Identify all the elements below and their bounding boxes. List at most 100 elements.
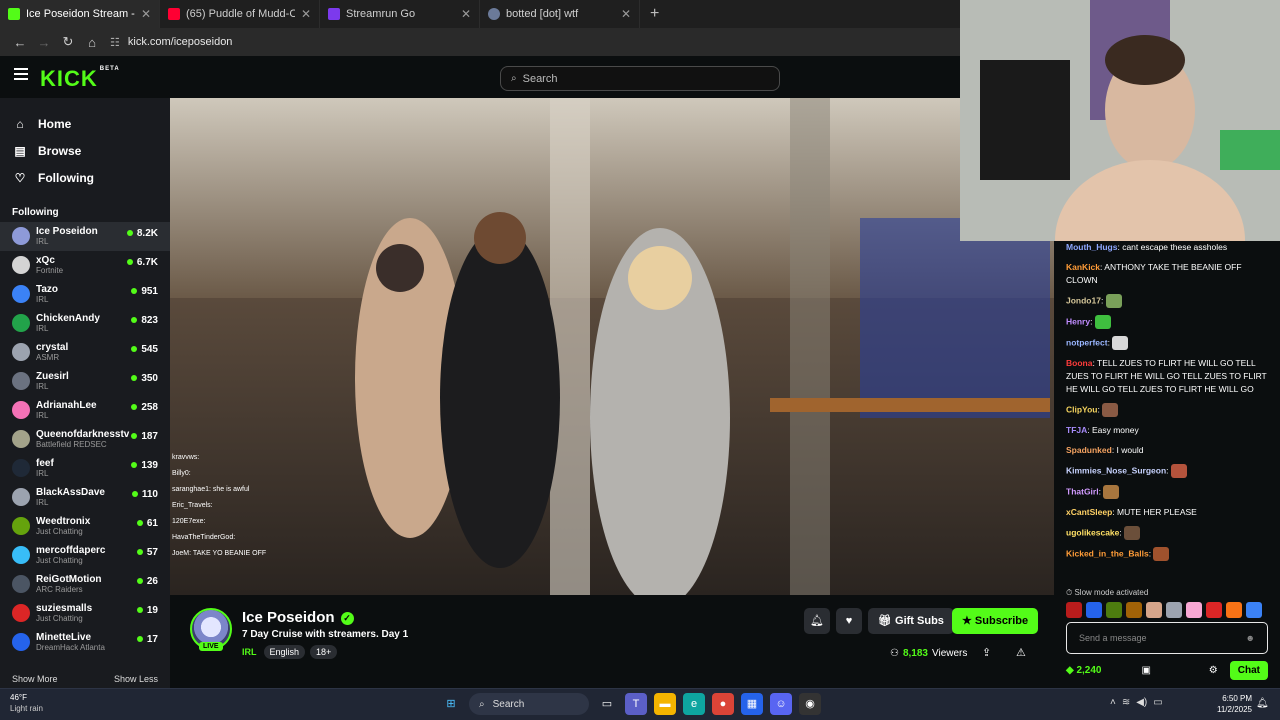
send-chat-button[interactable]: Chat [1229,661,1268,680]
emote[interactable] [1126,602,1142,618]
show-more-button[interactable]: Show More [12,674,58,684]
weather-widget[interactable]: 46°F Light rain [10,692,43,714]
chat-username[interactable]: Boona [1066,358,1092,368]
discord-icon[interactable]: ☺ [770,693,792,715]
task-view-icon[interactable]: ▭ [596,693,618,715]
forward-icon[interactable]: → [32,35,56,50]
follow-heart-button[interactable]: ♥ [836,608,862,634]
url-field[interactable]: ☷ kick.com/iceposeidon [110,36,232,49]
chat-username[interactable]: xCantSleep [1066,507,1112,517]
gift-subs-button[interactable]: 🎁︎ Gift Subs [868,608,954,634]
chat-username[interactable]: TFJA [1066,425,1087,435]
emote[interactable] [1226,602,1242,618]
sidebar-channel[interactable]: crystal ASMR 545 [0,338,170,367]
chat-username[interactable]: Henry [1066,316,1090,326]
streamer-name[interactable]: Ice Poseidon ✓ [242,609,354,626]
chat-input[interactable]: Send a message ☻ [1066,622,1268,654]
chrome-icon[interactable]: ● [712,693,734,715]
search-input[interactable]: ⌕ Search [500,66,780,91]
volume-icon[interactable]: ◀) [1136,697,1147,708]
emote-bar [1066,602,1262,618]
sidebar-channel[interactable]: ChickenAndy IRL 823 [0,309,170,338]
emote[interactable] [1166,602,1182,618]
sidebar-channel[interactable]: Ice Poseidon IRL 8.2K [0,222,170,251]
sidebar-channel[interactable]: ReiGotMotion ARC Raiders 26 [0,570,170,599]
chat-username[interactable]: Kicked_in_the_Balls [1066,548,1149,558]
kick-logo[interactable]: KICK BETA [40,66,120,92]
emote[interactable] [1066,602,1082,618]
reload-icon[interactable]: ↻ [56,34,80,50]
tab-kick[interactable]: Ice Poseidon Stream - Watch ✕ [0,0,160,28]
store-icon[interactable]: ▦ [741,693,763,715]
chat-username[interactable]: Spadunked [1066,445,1112,455]
file-explorer-icon[interactable]: ▬ [654,693,676,715]
gift-icon[interactable]: ▣ [1142,665,1151,676]
close-icon[interactable]: ✕ [301,7,311,21]
show-less-button[interactable]: Show Less [114,674,158,684]
windows-start-icon[interactable]: ⊞ [440,693,462,715]
tag-language[interactable]: English [263,645,306,659]
chevron-up-icon[interactable]: ˄ [1110,697,1116,708]
chat-username[interactable]: ThatGirl [1066,486,1099,496]
new-tab-icon[interactable]: + [640,5,669,23]
webcam-overlay [960,0,1280,241]
sidebar-channel[interactable]: MinetteLive DreamHack Atlanta 17 [0,628,170,657]
notification-icon[interactable]: 🔔︎ [1256,698,1269,709]
chat-username[interactable]: ClipYou [1066,404,1097,414]
nav-following[interactable]: ♡ Following [0,164,170,191]
sidebar-channel[interactable]: AdrianahLee IRL 258 [0,396,170,425]
report-icon[interactable]: ⚠ [1016,646,1026,659]
wifi-icon[interactable]: ≋ [1122,697,1130,708]
notification-bell-button[interactable]: 🔔︎ [804,608,830,634]
taskbar-search[interactable]: ⌕ Search [469,693,589,715]
video-player[interactable]: kravvws: Billy0: saranghae1: she is awfu… [170,98,1054,595]
menu-icon[interactable] [14,68,28,80]
emote[interactable] [1146,602,1162,618]
close-icon[interactable]: ✕ [621,7,631,21]
following-section-title: Following [12,207,59,218]
emote[interactable] [1246,602,1262,618]
chat-username[interactable]: Kimmies_Nose_Surgeon [1066,465,1166,475]
sidebar-channel[interactable]: Tazo IRL 951 [0,280,170,309]
home-icon[interactable]: ⌂ [80,35,104,50]
chat-username[interactable]: Jondo17 [1066,295,1101,305]
share-icon[interactable]: ⇪ [982,646,991,659]
obs-icon[interactable]: ◉ [799,693,821,715]
emote[interactable] [1186,602,1202,618]
sidebar-channel[interactable]: Weedtronix Just Chatting 61 [0,512,170,541]
chat-username[interactable]: notperfect [1066,337,1108,347]
emote[interactable] [1106,602,1122,618]
site-info-icon[interactable]: ☷ [110,36,120,49]
tab-botted[interactable]: botted [dot] wtf ✕ [480,0,640,28]
battery-icon[interactable]: ▭ [1153,697,1162,708]
edge-icon[interactable]: e [683,693,705,715]
sidebar-channel[interactable]: feef IRL 139 [0,454,170,483]
chat-username[interactable]: KanKick [1066,262,1100,272]
close-icon[interactable]: ✕ [461,7,471,21]
back-icon[interactable]: ← [8,35,32,50]
botted-favicon [488,8,500,20]
emote[interactable] [1206,602,1222,618]
nav-home[interactable]: ⌂ Home [0,110,170,137]
channel-points[interactable]: ◆ 2,240 [1066,665,1102,676]
sidebar-channel[interactable]: xQc Fortnite 6.7K [0,251,170,280]
settings-icon[interactable]: ⚙ [1209,665,1218,676]
tag-mature[interactable]: 18+ [310,645,338,659]
subscribe-button[interactable]: ★ Subscribe [952,608,1039,634]
tab-streamrun[interactable]: Streamrun Go ✕ [320,0,480,28]
chat-username[interactable]: ugolikescake [1066,527,1119,537]
teams-icon[interactable]: T [625,693,647,715]
sidebar-channel[interactable]: mercoffdaperc Just Chatting 57 [0,541,170,570]
chat-username[interactable]: Mouth_Hugs [1066,242,1117,252]
emote[interactable] [1086,602,1102,618]
sidebar-channel[interactable]: Queenofdarknesstv Battlefield REDSEC 187 [0,425,170,454]
nav-browse[interactable]: ▤ Browse [0,137,170,164]
close-icon[interactable]: ✕ [141,7,151,21]
category-link[interactable]: IRL [242,647,257,657]
emoji-icon[interactable]: ☻ [1246,633,1255,643]
clock[interactable]: 6:50 PM 11/2/2025 [1210,693,1252,715]
sidebar-channel[interactable]: BlackAssDave IRL 110 [0,483,170,512]
sidebar-channel[interactable]: Zuesirl IRL 350 [0,367,170,396]
sidebar-channel[interactable]: suziesmalls Just Chatting 19 [0,599,170,628]
tab-youtube[interactable]: (65) Puddle of Mudd-Control-L ✕ [160,0,320,28]
